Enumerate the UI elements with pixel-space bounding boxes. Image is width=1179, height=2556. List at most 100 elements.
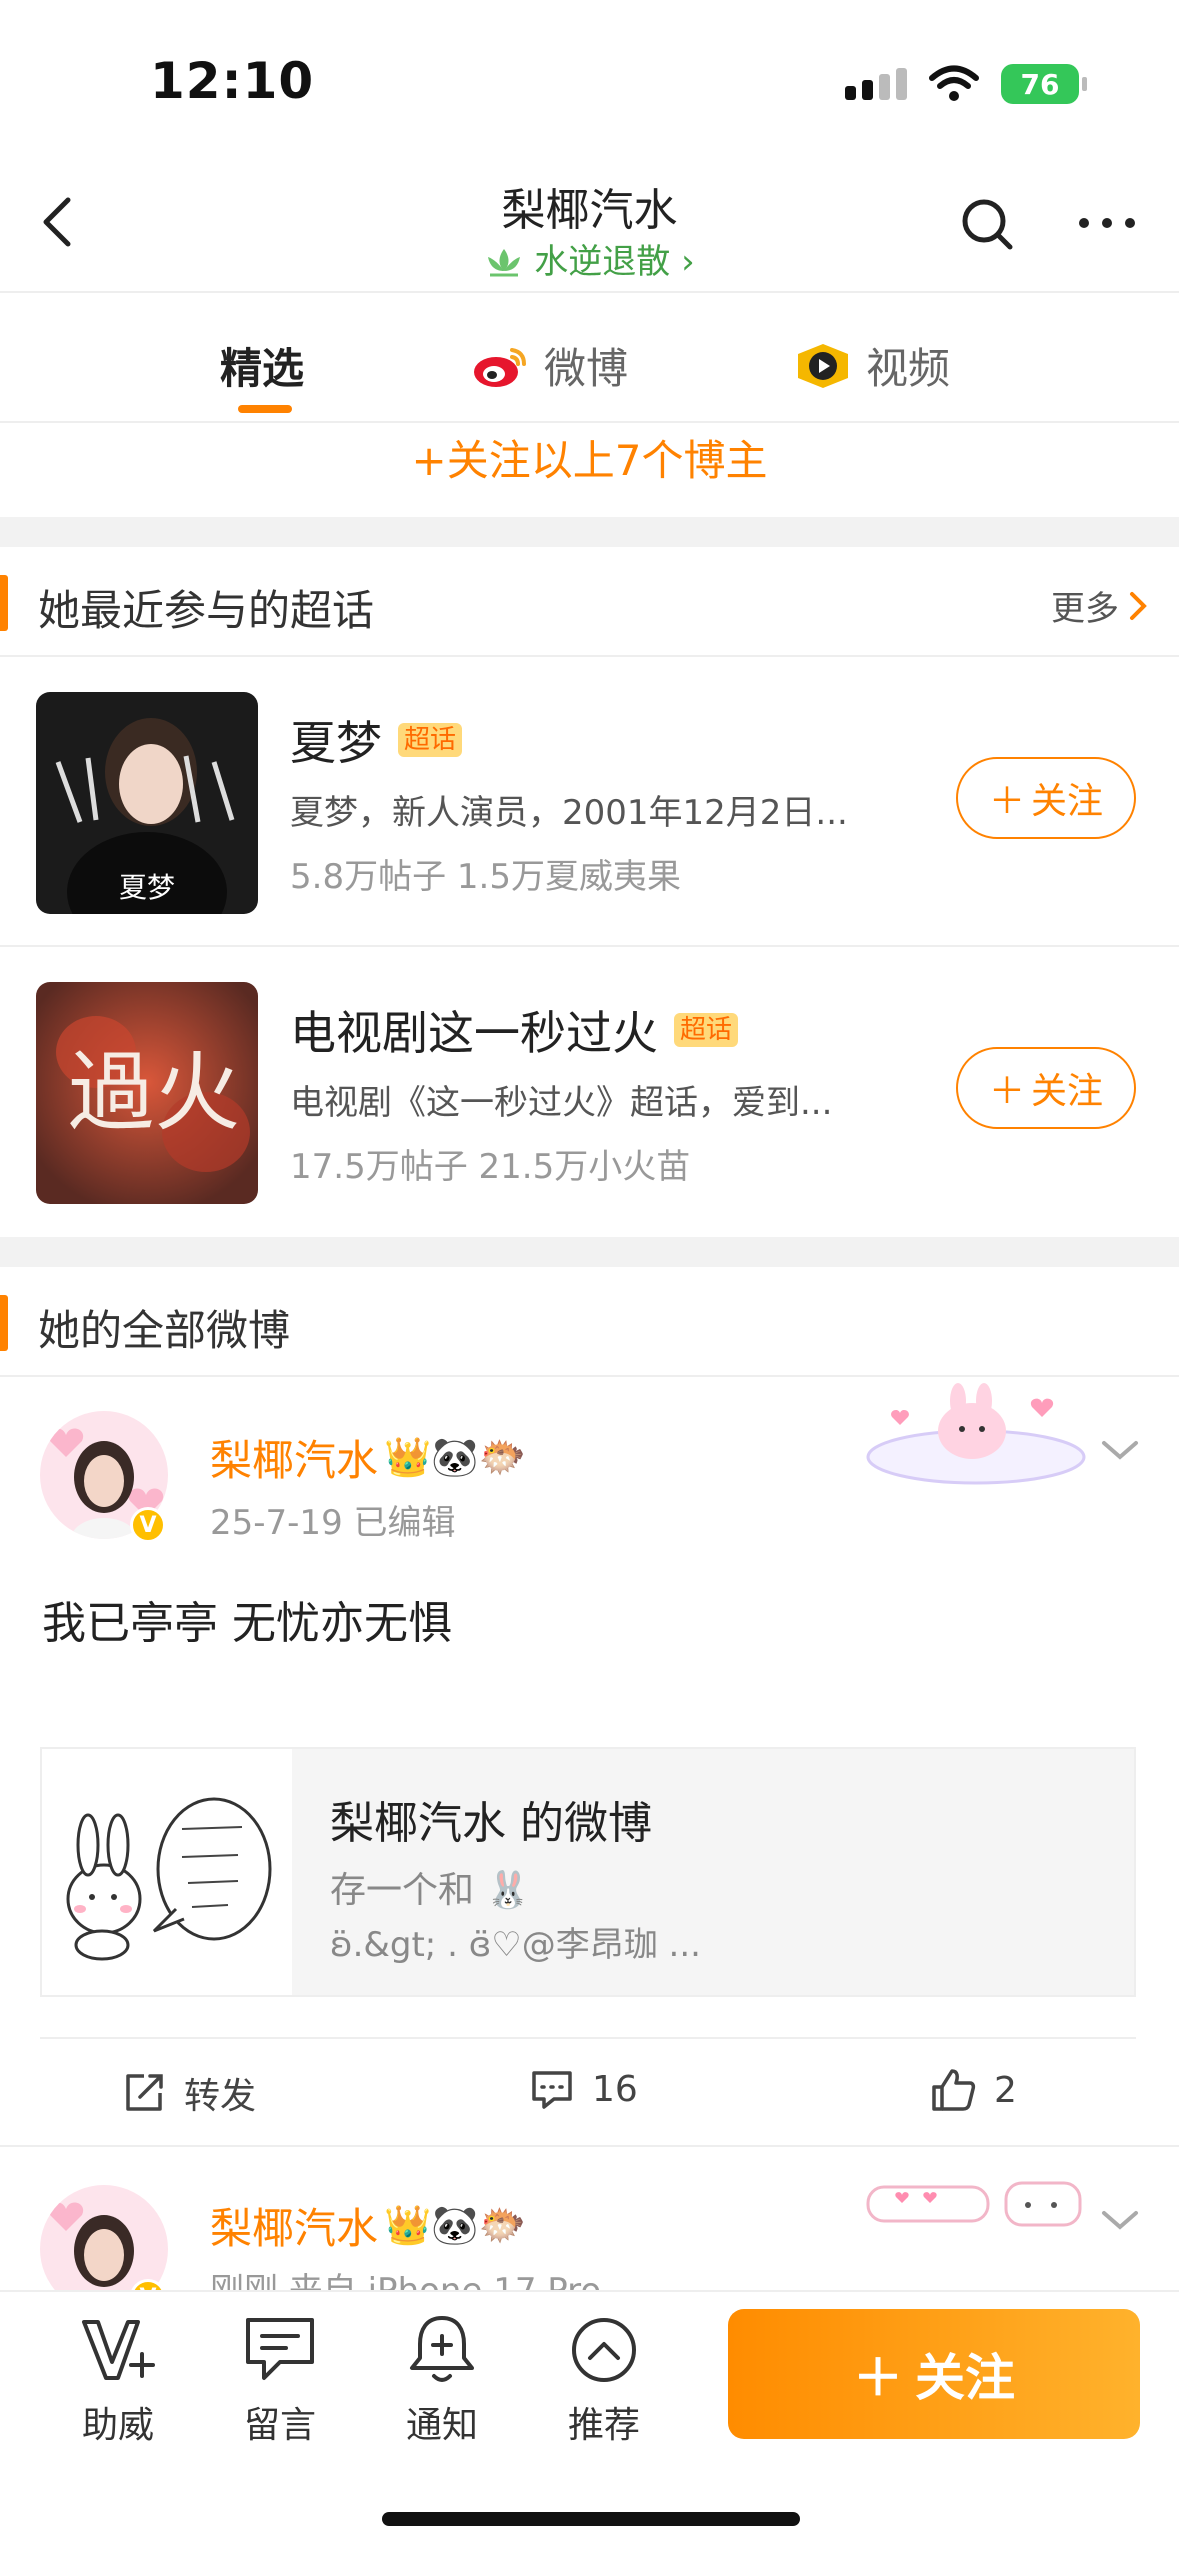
plus-icon: ＋ (988, 781, 1025, 822)
weibo-post: V 梨椰汽水 👑🐼🐡 刚刚 来自 iPhone 17 Pro (0, 2147, 1179, 2290)
posts-section-header: 她的全部微博 (0, 1267, 1179, 1377)
home-indicator (382, 2512, 800, 2526)
section-marker (0, 1295, 8, 1351)
follow-label: 关注 (1031, 781, 1104, 822)
topic-name: 夏梦 超话 (290, 707, 463, 773)
bell-plus-icon (410, 2316, 474, 2382)
topic-title: 电视剧这一秒过火 (290, 1006, 658, 1060)
like-count: 2 (994, 2069, 1017, 2111)
up-circle-icon (572, 2318, 636, 2382)
section-title: 她的全部微博 (38, 1306, 291, 1355)
verified-badge: V (130, 1507, 166, 1543)
weibo-icon (474, 347, 526, 387)
section-gap (0, 1237, 1179, 1267)
quoted-post-excerpt-2: ʚ̈.&gt; . ɞ̈♡@李昂珈 ... (330, 1925, 701, 1965)
plus-icon: ＋ (853, 2349, 903, 2407)
section-marker (0, 575, 8, 631)
plus-icon: ＋ (988, 1071, 1025, 1112)
bunny-cloud-sticker (866, 1383, 1086, 1485)
like-button[interactable]: 2 (930, 2067, 1017, 2113)
message-button[interactable]: 留言 (220, 2314, 340, 2448)
topic-title: 夏梦 (290, 716, 382, 770)
topic-stats: 17.5万帖子 21.5万小火苗 (290, 1147, 691, 1187)
more-options-icon[interactable] (1072, 198, 1142, 248)
super-topic-badge: 超话 (674, 1012, 739, 1048)
post-author[interactable]: 梨椰汽水 👑🐼🐡 (210, 2195, 526, 2256)
post-meta: 25-7-19 已编辑 (210, 1503, 456, 1543)
video-icon (798, 343, 848, 388)
post-meta: 刚刚 来自 iPhone 17 Pro (210, 2263, 601, 2290)
topic-item[interactable]: 過火 电视剧这一秒过火 超话 电视剧《这一秒过火》超话，爱到... 17.5万帖… (0, 947, 1179, 1237)
follow-label: 关注 (915, 2349, 1015, 2407)
tab-featured[interactable]: 精选 (220, 335, 304, 396)
cheer-button[interactable]: 助威 (58, 2314, 178, 2448)
status-icons: 76 (845, 64, 1087, 104)
topic-stats: 5.8万帖子 1.5万夏威夷果 (290, 857, 681, 897)
tab-label: 精选 (220, 344, 305, 393)
thumbs-up-icon (932, 2069, 976, 2111)
chevron-down-icon[interactable] (1098, 1435, 1142, 1465)
comment-count: 16 (592, 2068, 638, 2110)
search-icon[interactable] (958, 195, 1018, 255)
follow-button[interactable]: ＋关注 (728, 2309, 1140, 2439)
cheer-label: 助威 (81, 2405, 154, 2446)
section-title: 她最近参与的超话 (38, 586, 375, 635)
notify-button[interactable]: 通知 (382, 2314, 502, 2448)
topic-cover-image: 過火 (36, 982, 258, 1204)
comment-icon (532, 2071, 572, 2109)
tab-active-indicator (238, 405, 292, 413)
post-text: 我已亭亭 无忧亦无惧 (42, 1598, 452, 1649)
battery-icon: 76 (1001, 64, 1087, 104)
chevron-down-icon[interactable] (1098, 2205, 1142, 2235)
member-badges: 👑🐼🐡 (384, 2203, 526, 2247)
more-label: 更多 (1051, 589, 1119, 629)
chevron-right-icon: › (670, 242, 695, 282)
topic-name: 电视剧这一秒过火 超话 (290, 997, 739, 1063)
topic-cover-image: 夏梦 (36, 692, 258, 914)
repost-icon (126, 2074, 163, 2111)
author-name: 梨椰汽水 (210, 1436, 379, 1485)
heart-cat-sticker (866, 2181, 1082, 2227)
follow-topic-button[interactable]: ＋关注 (956, 1047, 1136, 1129)
tab-video[interactable]: 视频 (794, 335, 950, 396)
notify-label: 通知 (405, 2405, 478, 2446)
tab-weibo[interactable]: 微博 (470, 335, 628, 396)
cellular-signal-icon (845, 68, 907, 100)
quoted-post-thumbnail (42, 1749, 292, 1995)
message-label: 留言 (243, 2405, 316, 2446)
section-gap (0, 517, 1179, 547)
topics-section-header: 她最近参与的超话 更多 (0, 547, 1179, 657)
topic-description: 夏梦，新人演员，2001年12月2日... (290, 793, 848, 833)
quoted-post-card[interactable]: 梨椰汽水 的微博 存一个和 🐰 ʚ̈.&gt; . ɞ̈♡@李昂珈 ... (40, 1747, 1136, 1997)
recommend-label: 推荐 (567, 2405, 640, 2446)
topic-item[interactable]: 夏梦 夏梦 超话 夏梦，新人演员，2001年12月2日... 5.8万帖子 1.… (0, 657, 1179, 947)
lotus-icon (488, 249, 521, 277)
author-name: 梨椰汽水 (210, 2204, 379, 2253)
status-time: 12:10 (150, 52, 315, 110)
follow-label: 关注 (1031, 1071, 1104, 1112)
avatar[interactable] (40, 2185, 168, 2290)
topic-cover-text: 過火 (68, 1043, 240, 1143)
post-author[interactable]: 梨椰汽水 👑🐼🐡 (210, 1427, 526, 1488)
tab-label: 微博 (544, 344, 629, 393)
follow-all-button[interactable]: +关注以上7个博主 (0, 425, 1179, 517)
repost-label: 转发 (184, 2076, 257, 2117)
repost-button[interactable]: 转发 (122, 2067, 256, 2119)
topic-description: 电视剧《这一秒过火》超话，爱到... (290, 1083, 833, 1123)
profile-header: 梨椰汽水 水逆退散 › (0, 150, 1179, 293)
status-text: 水逆退散 (534, 242, 671, 282)
topic-cover-text: 夏梦 (119, 871, 175, 904)
v-plus-icon (82, 2320, 155, 2380)
member-badges: 👑🐼🐡 (384, 1435, 526, 1479)
tab-label: 视频 (866, 344, 951, 393)
more-topics-link[interactable]: 更多 (1051, 581, 1149, 630)
status-bar: 12:10 76 (0, 0, 1179, 150)
wifi-icon (929, 65, 979, 101)
quoted-post-excerpt: 存一个和 🐰 (330, 1870, 531, 1911)
follow-topic-button[interactable]: ＋关注 (956, 757, 1136, 839)
recommend-button[interactable]: 推荐 (544, 2314, 664, 2448)
message-icon (246, 2318, 314, 2380)
quoted-post-title: 梨椰汽水 的微博 (330, 1798, 652, 1849)
comment-button[interactable]: 16 (530, 2067, 638, 2111)
super-topic-badge: 超话 (398, 722, 463, 758)
